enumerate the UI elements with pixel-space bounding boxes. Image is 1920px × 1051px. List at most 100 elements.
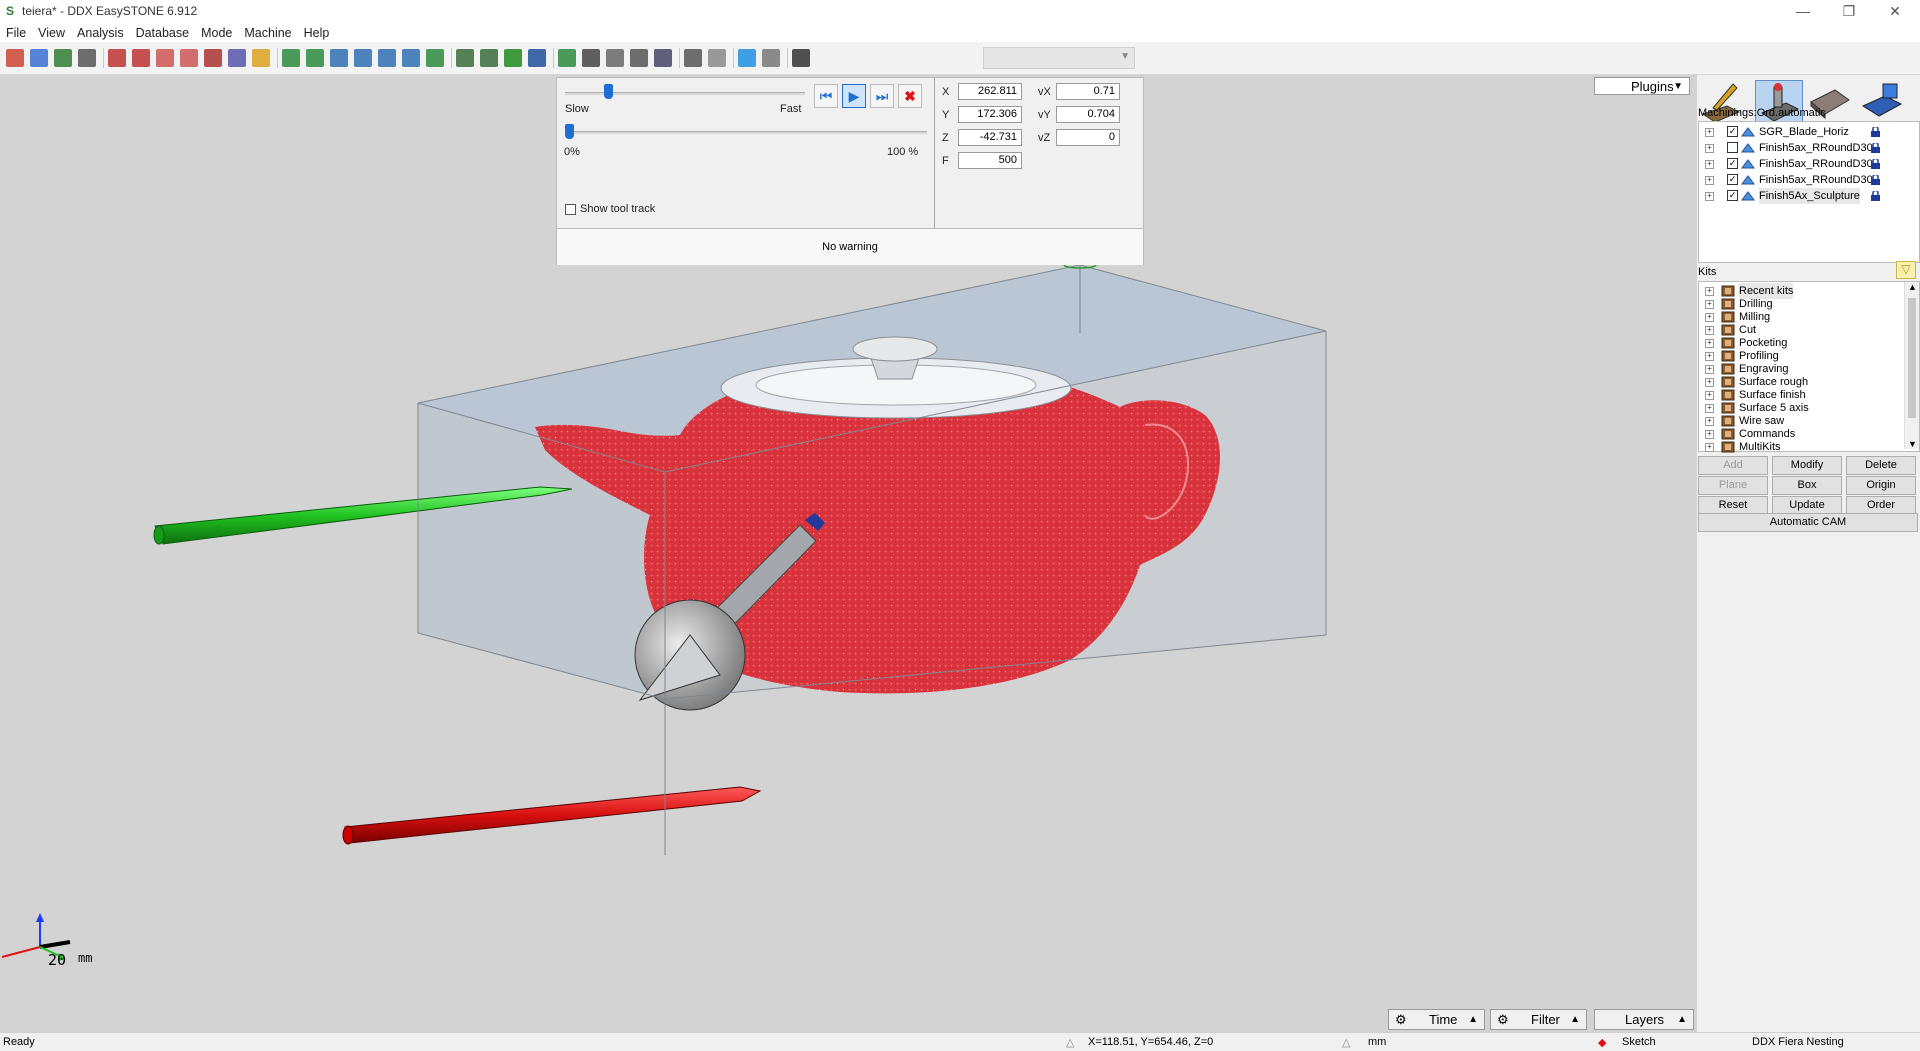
minimize-button[interactable]: — [1780, 0, 1826, 24]
machine-icon[interactable] [582, 49, 600, 67]
scroll-thumb[interactable] [1908, 298, 1916, 418]
box-button[interactable]: Box [1772, 476, 1842, 495]
skip-start-button[interactable]: ⏮ [814, 84, 838, 108]
mail-icon[interactable] [762, 49, 780, 67]
stop-button[interactable]: ✖ [898, 84, 922, 108]
plugins-dropdown[interactable]: Plugins ▼ [1594, 77, 1690, 95]
speed-slider-thumb[interactable] [604, 84, 614, 99]
pan-hand-icon[interactable] [204, 49, 222, 67]
open-icon[interactable] [30, 49, 48, 67]
show-tool-track-checkbox[interactable] [565, 204, 576, 215]
machining-item[interactable]: + ✓ SGR_Blade_Horiz [1699, 124, 1917, 140]
light-bulb-icon[interactable] [252, 49, 270, 67]
tool-icon[interactable] [606, 49, 624, 67]
menu-file[interactable]: File [0, 24, 32, 42]
expand-icon[interactable]: + [1705, 443, 1714, 452]
machining-item[interactable]: + ✓ Finish5ax_RRoundD30 [1699, 172, 1917, 188]
modify-button[interactable]: Modify [1772, 456, 1842, 475]
view-back-icon[interactable] [306, 49, 324, 67]
maximize-button[interactable]: ❐ [1826, 0, 1872, 24]
plane-button[interactable]: Plane [1698, 476, 1768, 495]
play-button[interactable]: ▶ [842, 84, 866, 108]
toolbar-dropdown[interactable]: ▼ [983, 47, 1135, 69]
menu-database[interactable]: Database [130, 24, 196, 42]
scroll-up-icon[interactable]: ▲ [1908, 282, 1917, 292]
expand-icon[interactable]: + [1705, 128, 1714, 137]
render-mesh-icon[interactable] [558, 49, 576, 67]
shield-green-icon[interactable] [504, 49, 522, 67]
machining-checkbox[interactable]: ✓ [1727, 190, 1738, 201]
expand-icon[interactable]: + [1705, 300, 1714, 309]
undo-icon[interactable] [684, 49, 702, 67]
kit-item[interactable]: + MultiKits [1699, 439, 1899, 455]
menu-mode[interactable]: Mode [195, 24, 238, 42]
filter-button[interactable]: ⚙ Filter ▲ [1490, 1009, 1587, 1030]
print-icon[interactable] [78, 49, 96, 67]
machining-item[interactable]: + Finish5ax_RRoundD30 [1699, 140, 1917, 156]
expand-icon[interactable]: + [1705, 391, 1714, 400]
progress-slider-track[interactable] [565, 131, 927, 134]
expand-icon[interactable]: + [1705, 365, 1714, 374]
expand-icon[interactable]: + [1705, 313, 1714, 322]
shield-blue-icon[interactable] [528, 49, 546, 67]
view-axis-icon[interactable] [426, 49, 444, 67]
rotate-icon[interactable] [228, 49, 246, 67]
machining-item[interactable]: + ✓ Finish5ax_RRoundD30 [1699, 156, 1917, 172]
expand-icon[interactable]: + [1705, 352, 1714, 361]
menu-view[interactable]: View [32, 24, 71, 42]
document-icon[interactable] [654, 49, 672, 67]
machining-icon[interactable] [1755, 80, 1803, 126]
machining-checkbox[interactable]: ✓ [1727, 158, 1738, 169]
view-right-icon[interactable] [354, 49, 372, 67]
time-button[interactable]: ⚙ Time ▲ [1388, 1009, 1485, 1030]
delete-button[interactable]: Delete [1846, 456, 1916, 475]
expand-icon[interactable]: + [1705, 160, 1714, 169]
machining-checkbox[interactable] [1727, 142, 1738, 153]
skip-end-button[interactable]: ⏭ [870, 84, 894, 108]
automatic-cam-button[interactable]: Automatic CAM [1698, 513, 1918, 532]
expand-icon[interactable]: + [1705, 287, 1714, 296]
view-iso-icon[interactable] [402, 49, 420, 67]
clipboard-icon[interactable] [792, 49, 810, 67]
zoom-in-icon[interactable] [180, 49, 198, 67]
select-icon[interactable] [108, 49, 126, 67]
toolbar-separator [733, 48, 734, 68]
origin-button[interactable]: Origin [1846, 476, 1916, 495]
expand-icon[interactable]: + [1705, 176, 1714, 185]
expand-icon[interactable]: + [1705, 378, 1714, 387]
layers-button[interactable]: Layers ▲ [1594, 1009, 1694, 1030]
machine-tool-icon[interactable] [1859, 80, 1905, 124]
zoom-out-icon[interactable] [156, 49, 174, 67]
expand-icon[interactable]: + [1705, 339, 1714, 348]
expand-icon[interactable]: + [1705, 192, 1714, 201]
scroll-down-icon[interactable]: ▼ [1908, 439, 1917, 449]
help-icon[interactable] [738, 49, 756, 67]
machining-checkbox[interactable]: ✓ [1727, 126, 1738, 137]
menu-machine[interactable]: Machine [238, 24, 297, 42]
expand-icon[interactable]: + [1705, 404, 1714, 413]
redo-icon[interactable] [708, 49, 726, 67]
add-button[interactable]: Add [1698, 456, 1768, 475]
save-icon[interactable] [54, 49, 72, 67]
view-top-icon[interactable] [378, 49, 396, 67]
shield-outline-icon[interactable] [456, 49, 474, 67]
menu-analysis[interactable]: Analysis [71, 24, 130, 42]
expand-icon[interactable]: + [1705, 417, 1714, 426]
menu-help[interactable]: Help [298, 24, 336, 42]
zoom-window-icon[interactable] [132, 49, 150, 67]
close-button[interactable]: ✕ [1872, 0, 1918, 24]
measure-icon[interactable] [630, 49, 648, 67]
shield-hollow-icon[interactable] [480, 49, 498, 67]
kits-scrollbar[interactable]: ▲ ▼ [1904, 282, 1919, 449]
speed-slider-track[interactable] [565, 92, 805, 95]
machining-item[interactable]: + ✓ Finish5Ax_Sculpture [1699, 188, 1917, 204]
progress-slider-thumb[interactable] [565, 124, 574, 139]
machining-checkbox[interactable]: ✓ [1727, 174, 1738, 185]
new-icon[interactable] [6, 49, 24, 67]
view-left-icon[interactable] [330, 49, 348, 67]
view-front-icon[interactable] [282, 49, 300, 67]
expand-icon[interactable]: + [1705, 430, 1714, 439]
expand-icon[interactable]: + [1705, 144, 1714, 153]
filter-icon[interactable]: ▽ [1896, 261, 1916, 279]
expand-icon[interactable]: + [1705, 326, 1714, 335]
